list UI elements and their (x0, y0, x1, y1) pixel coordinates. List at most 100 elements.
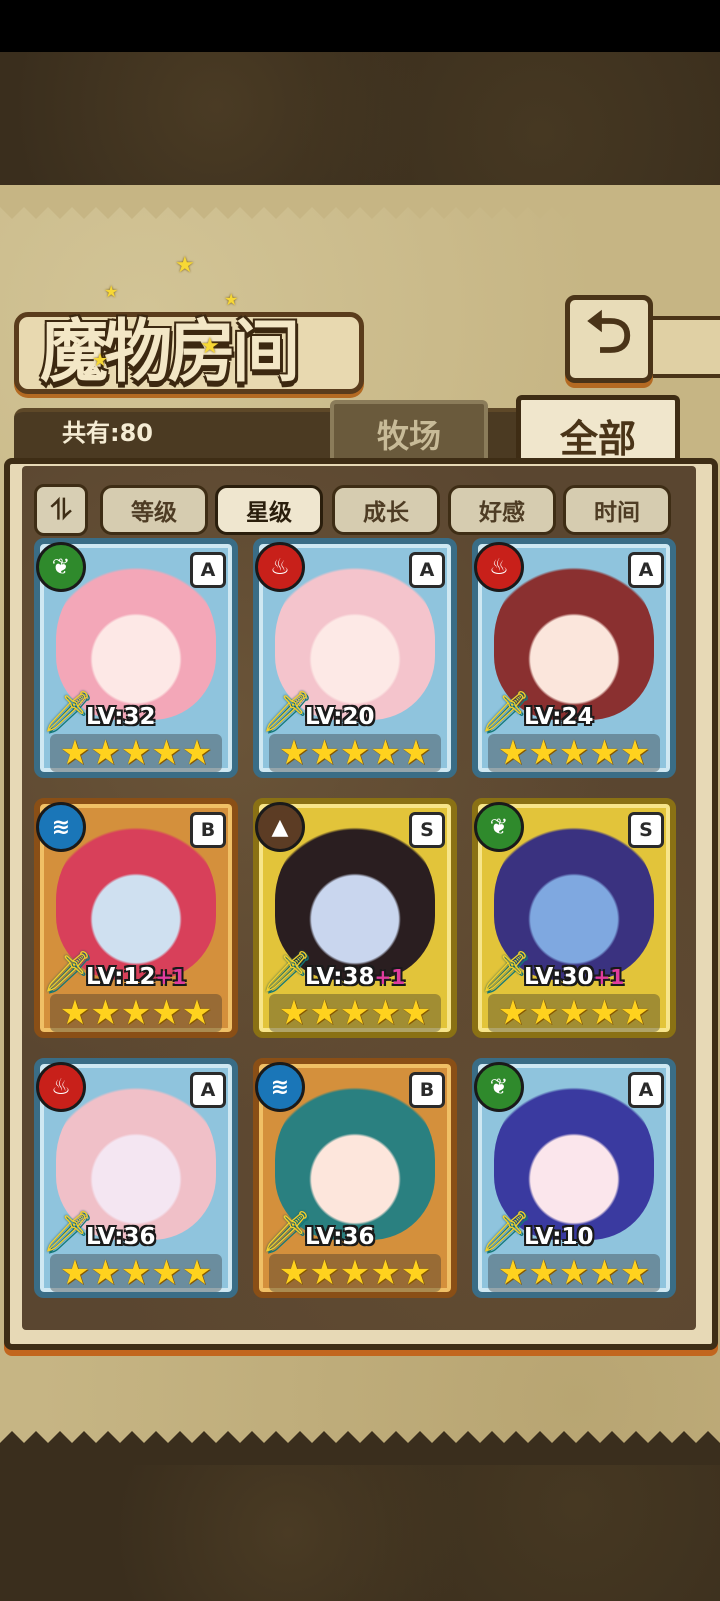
star-icon: ★ (278, 1253, 310, 1293)
star-icon: ★ (528, 733, 559, 773)
star-icon: ★ (528, 993, 559, 1033)
star-rating: ★ ★ ★ ★ ★ (50, 994, 222, 1032)
monster-card[interactable]: ♨ A 🗡 LV:20 ★ ★ ★ ★ ★ (253, 538, 457, 778)
sparkle-star-icon: ★ (92, 350, 109, 371)
sort-by-star-button[interactable]: 星级 (215, 485, 323, 535)
monster-card[interactable]: ▲ S 🗡 LV:38+1 ★ ★ ★ ★ ★ (253, 798, 457, 1038)
mountain-icon: ▲ (255, 802, 305, 852)
star-icon: ★ (619, 733, 651, 773)
sort-by-growth-button[interactable]: 成长 (332, 485, 440, 535)
sparkle-star-icon: ★ (200, 334, 220, 359)
star-icon: ★ (278, 993, 310, 1033)
leaf-icon: ❦ (474, 802, 524, 852)
star-rating: ★ ★ ★ ★ ★ (50, 734, 222, 772)
sort-by-affection-button[interactable]: 好感 (448, 485, 556, 535)
zigzag-border-bottom (0, 1431, 720, 1465)
star-icon: ★ (181, 993, 213, 1033)
sort-order-toggle[interactable]: ⥮ (34, 484, 88, 536)
level-bonus: +1 (155, 965, 187, 989)
water-waves-icon: ≋ (255, 1062, 305, 1112)
background-map-top (0, 52, 720, 187)
level-value: LV:36 (86, 1224, 156, 1250)
game-screen: 魔物房间 ★ ★ ★ ★ ★ ⮌ 共有:80 牧场 全部 ⥮ 等级 星级 成长 … (0, 0, 720, 1601)
level-bonus: +1 (593, 965, 625, 989)
leaf-icon: ❦ (474, 1062, 524, 1112)
rank-badge: B (190, 812, 226, 848)
star-icon: ★ (619, 1253, 651, 1293)
flame-icon: ♨ (255, 542, 305, 592)
level-value: LV:36 (305, 1224, 375, 1250)
rank-badge: A (409, 552, 445, 588)
rank-badge: S (409, 812, 445, 848)
sparkle-star-icon: ★ (175, 253, 195, 278)
star-icon: ★ (339, 1253, 371, 1293)
star-icon: ★ (497, 1253, 529, 1293)
star-icon: ★ (370, 993, 401, 1033)
monster-card[interactable]: ♨ A 🗡 LV:24 ★ ★ ★ ★ ★ (472, 538, 676, 778)
star-icon: ★ (59, 1253, 91, 1293)
back-button[interactable]: ⮌ (565, 295, 653, 383)
star-icon: ★ (309, 993, 340, 1033)
sort-by-time-button[interactable]: 时间 (563, 485, 671, 535)
star-icon: ★ (528, 1253, 559, 1293)
star-icon: ★ (400, 733, 432, 773)
background-map-bottom (0, 1465, 720, 1601)
water-waves-icon: ≋ (36, 802, 86, 852)
rank-badge: S (628, 812, 664, 848)
star-icon: ★ (59, 733, 91, 773)
level-label: LV:20 (305, 704, 374, 730)
level-label: LV:12+1 (86, 964, 186, 990)
sparkle-star-icon: ★ (104, 282, 119, 301)
star-icon: ★ (90, 993, 121, 1033)
total-count: 共有:80 (62, 419, 153, 447)
star-rating: ★ ★ ★ ★ ★ (269, 994, 441, 1032)
level-label: LV:30+1 (524, 964, 624, 990)
star-icon: ★ (59, 993, 91, 1033)
star-icon: ★ (558, 993, 590, 1033)
sort-order-icon: ⥮ (50, 493, 72, 526)
star-icon: ★ (619, 993, 651, 1033)
star-icon: ★ (90, 1253, 121, 1293)
return-arrow-icon: ⮌ (585, 297, 633, 366)
level-label: LV:36 (305, 1224, 374, 1250)
star-icon: ★ (151, 733, 182, 773)
flame-icon: ♨ (474, 542, 524, 592)
monster-card[interactable]: ♨ A 🗡 LV:36 ★ ★ ★ ★ ★ (34, 1058, 238, 1298)
level-value: LV:32 (86, 704, 156, 730)
monster-card[interactable]: ❦ S 🗡 LV:30+1 ★ ★ ★ ★ ★ (472, 798, 676, 1038)
star-icon: ★ (309, 1253, 340, 1293)
sparkle-star-icon: ★ (224, 290, 239, 309)
star-icon: ★ (497, 993, 529, 1033)
rank-badge: A (190, 1072, 226, 1108)
star-icon: ★ (589, 733, 620, 773)
tab-ranch[interactable]: 牧场 (330, 400, 488, 464)
star-rating: ★ ★ ★ ★ ★ (269, 734, 441, 772)
level-value: LV:38 (305, 964, 375, 990)
star-icon: ★ (278, 733, 310, 773)
zigzag-border-top (0, 185, 720, 219)
star-icon: ★ (151, 993, 182, 1033)
monster-card[interactable]: ≋ B 🗡 LV:12+1 ★ ★ ★ ★ ★ (34, 798, 238, 1038)
level-bonus: +1 (374, 965, 406, 989)
star-icon: ★ (558, 1253, 590, 1293)
monster-card[interactable]: ❦ A 🗡 LV:10 ★ ★ ★ ★ ★ (472, 1058, 676, 1298)
monster-card[interactable]: ≋ B 🗡 LV:36 ★ ★ ★ ★ ★ (253, 1058, 457, 1298)
leaf-icon: ❦ (36, 542, 86, 592)
level-label: LV:10 (524, 1224, 593, 1250)
star-icon: ★ (370, 733, 401, 773)
star-icon: ★ (339, 733, 371, 773)
rank-badge: A (628, 552, 664, 588)
star-rating: ★ ★ ★ ★ ★ (50, 1254, 222, 1292)
star-icon: ★ (120, 733, 152, 773)
level-value: LV:10 (524, 1224, 594, 1250)
level-value: LV:20 (305, 704, 375, 730)
sort-by-level-button[interactable]: 等级 (100, 485, 208, 535)
star-icon: ★ (181, 1253, 213, 1293)
rank-badge: B (409, 1072, 445, 1108)
star-icon: ★ (339, 993, 371, 1033)
monster-card[interactable]: ❦ A 🗡 LV:32 ★ ★ ★ ★ ★ (34, 538, 238, 778)
level-value: LV:12 (86, 964, 156, 990)
star-rating: ★ ★ ★ ★ ★ (269, 1254, 441, 1292)
level-label: LV:24 (524, 704, 593, 730)
star-icon: ★ (309, 733, 340, 773)
